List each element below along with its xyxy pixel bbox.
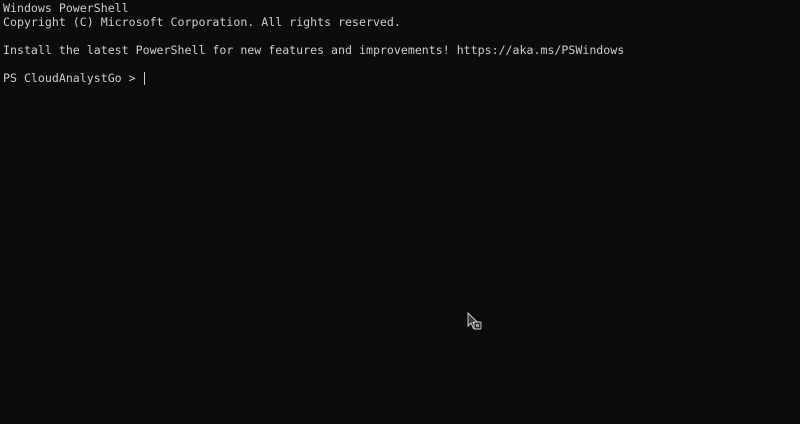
busy-pointer-icon	[467, 312, 482, 330]
banner-copyright-line: Copyright (C) Microsoft Corporation. All…	[3, 15, 401, 29]
command-prompt[interactable]: PS CloudAnalystGo >	[3, 71, 800, 85]
terminal-window[interactable]: Windows PowerShell Copyright (C) Microso…	[0, 0, 800, 424]
banner-update-line: Install the latest PowerShell for new fe…	[3, 43, 625, 57]
prompt-text: PS CloudAnalystGo >	[3, 71, 143, 85]
banner-title-line: Windows PowerShell	[3, 1, 129, 15]
text-cursor	[143, 71, 145, 85]
